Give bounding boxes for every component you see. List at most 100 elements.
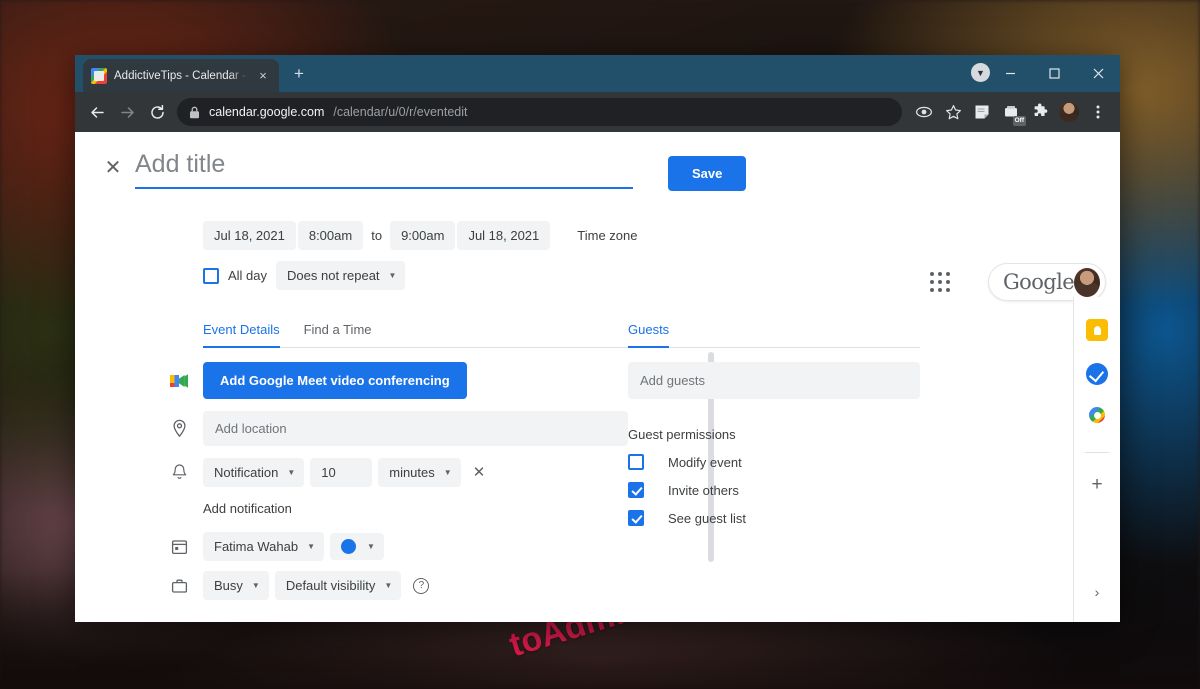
browser-toolbar: calendar.google.com /calendar/u/0/r/even… <box>75 92 1120 132</box>
user-avatar[interactable] <box>1074 268 1100 297</box>
google-account-chip[interactable]: Google <box>988 263 1106 301</box>
guests-tab-row: Guests <box>628 322 920 348</box>
close-event-editor-button[interactable]: ✕ <box>93 158 133 178</box>
end-date-chip[interactable]: Jul 18, 2021 <box>457 221 550 250</box>
visibility-dropdown[interactable]: Default visibility ▼ <box>275 571 402 600</box>
see-guest-list-checkbox[interactable] <box>628 510 644 526</box>
google-calendar-favicon-icon <box>91 68 107 84</box>
url-path: /calendar/u/0/r/eventedit <box>333 105 467 119</box>
tab-find-a-time[interactable]: Find a Time <box>304 322 372 347</box>
add-guests-input[interactable]: Add guests <box>628 362 920 399</box>
permission-invite-others[interactable]: Invite others <box>628 482 1048 498</box>
invite-others-label: Invite others <box>668 483 739 498</box>
event-schedule-row: Jul 18, 2021 8:00am to 9:00am Jul 18, 20… <box>203 221 1120 250</box>
tab-event-details[interactable]: Event Details <box>203 322 280 347</box>
event-color-dropdown[interactable]: ▼ <box>330 533 384 560</box>
add-notification-link[interactable]: Add notification <box>203 501 628 516</box>
notification-unit-dropdown[interactable]: minutes ▼ <box>378 458 460 487</box>
end-time-chip[interactable]: 9:00am <box>390 221 455 250</box>
save-button[interactable]: Save <box>668 156 746 191</box>
event-title-input[interactable] <box>135 150 633 189</box>
guest-permissions-title: Guest permissions <box>628 427 1048 442</box>
calendar-icon <box>155 538 203 555</box>
expand-side-panel-button[interactable]: › <box>1095 584 1100 600</box>
tab-close-icon[interactable]: × <box>255 68 271 84</box>
new-tab-button[interactable]: + <box>288 63 310 85</box>
reload-icon[interactable] <box>143 98 171 126</box>
repeat-dropdown[interactable]: Does not repeat ▼ <box>276 261 405 290</box>
adblock-extension-icon[interactable]: Off <box>997 98 1025 126</box>
permission-modify-event[interactable]: Modify event <box>628 454 1048 470</box>
back-icon[interactable] <box>83 98 111 126</box>
add-google-meet-button[interactable]: Add Google Meet video conferencing <box>203 362 467 399</box>
location-row: Add location <box>75 411 628 446</box>
modify-event-checkbox[interactable] <box>628 454 644 470</box>
chevron-down-icon: ▼ <box>367 542 375 551</box>
profile-avatar-image <box>1059 102 1079 122</box>
chevron-down-icon: ▼ <box>307 542 315 551</box>
minimize-button[interactable] <box>988 58 1032 90</box>
calendar-event-edit-page: ✕ Save Google Jul 18, 2021 8:00am to 9:0… <box>75 132 1120 622</box>
notification-row: Notification ▼ 10 minutes ▼ ✕ <box>75 458 628 487</box>
address-bar[interactable]: calendar.google.com /calendar/u/0/r/even… <box>177 98 902 126</box>
star-icon[interactable] <box>939 98 967 126</box>
three-dot-menu-icon[interactable] <box>1084 98 1112 126</box>
notification-unit-label: minutes <box>389 465 435 480</box>
start-date-chip[interactable]: Jul 18, 2021 <box>203 221 296 250</box>
chevron-down-icon: ▼ <box>444 468 452 477</box>
google-keep-icon[interactable] <box>1086 319 1108 341</box>
tab-guests[interactable]: Guests <box>628 322 669 347</box>
event-title-container <box>135 150 633 189</box>
adblock-off-badge: Off <box>1013 116 1026 126</box>
to-label: to <box>365 221 388 250</box>
see-guest-list-label: See guest list <box>668 511 746 526</box>
all-day-row: All day Does not repeat ▼ <box>203 261 1120 290</box>
all-day-label: All day <box>228 268 267 283</box>
repeat-label: Does not repeat <box>287 268 380 283</box>
availability-row: Busy ▼ Default visibility ▼ ? <box>75 571 628 600</box>
google-apps-grid-icon[interactable] <box>930 272 952 294</box>
remove-notification-button[interactable]: ✕ <box>473 465 486 480</box>
note-extension-icon[interactable] <box>968 98 996 126</box>
browser-window: AddictiveTips - Calendar - Event × + ▼ <box>75 55 1120 622</box>
meet-row: Add Google Meet video conferencing <box>75 362 628 399</box>
permission-see-guest-list[interactable]: See guest list <box>628 510 1048 526</box>
busy-dropdown[interactable]: Busy ▼ <box>203 571 269 600</box>
eye-icon[interactable] <box>910 98 938 126</box>
visibility-label: Default visibility <box>286 578 376 593</box>
time-zone-button[interactable]: Time zone <box>566 221 648 250</box>
notification-type-label: Notification <box>214 465 278 480</box>
invite-others-checkbox[interactable] <box>628 482 644 498</box>
google-wordmark: Google <box>1003 270 1074 294</box>
location-pin-icon <box>155 419 203 438</box>
maximize-button[interactable] <box>1032 58 1076 90</box>
chevron-down-icon: ▼ <box>389 271 397 280</box>
side-panel-divider <box>1085 452 1109 453</box>
add-addon-button[interactable]: + <box>1091 475 1102 494</box>
help-icon[interactable]: ? <box>413 578 429 594</box>
url-host: calendar.google.com <box>209 105 324 119</box>
location-input[interactable]: Add location <box>203 411 628 446</box>
browser-tab-strip: AddictiveTips - Calendar - Event × + ▼ <box>75 55 1120 92</box>
google-maps-icon[interactable] <box>1088 407 1106 430</box>
tab-title: AddictiveTips - Calendar - Event <box>114 70 248 82</box>
toolbar-right-icons: Off <box>910 98 1112 126</box>
event-header: ✕ Save <box>75 132 1120 191</box>
profile-avatar[interactable] <box>1055 98 1083 126</box>
browser-tab[interactable]: AddictiveTips - Calendar - Event × <box>83 59 279 92</box>
calendar-owner-dropdown[interactable]: Fatima Wahab ▼ <box>203 532 324 561</box>
event-details-column: Event Details Find a Time <box>75 322 628 622</box>
all-day-checkbox[interactable] <box>203 268 219 284</box>
google-side-panel: + › <box>1073 297 1120 622</box>
event-detail-tabs: Event Details Find a Time <box>203 322 628 348</box>
close-window-button[interactable] <box>1076 58 1120 90</box>
chevron-down-icon: ▼ <box>252 581 260 590</box>
bell-icon <box>155 463 203 482</box>
puzzle-icon[interactable] <box>1026 98 1054 126</box>
google-tasks-icon[interactable] <box>1086 363 1108 385</box>
start-time-chip[interactable]: 8:00am <box>298 221 363 250</box>
forward-icon[interactable] <box>113 98 141 126</box>
notification-value-input[interactable]: 10 <box>310 458 372 487</box>
guests-column: Guests Add guests Guest permissions Modi… <box>628 322 1048 622</box>
notification-type-dropdown[interactable]: Notification ▼ <box>203 458 304 487</box>
